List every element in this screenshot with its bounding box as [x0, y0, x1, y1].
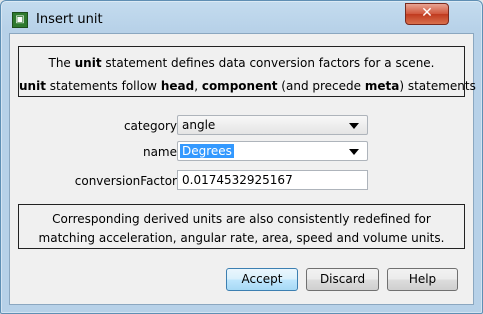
category-value: angle — [182, 118, 216, 132]
name-value[interactable]: Degrees — [180, 144, 234, 158]
chevron-down-icon — [349, 149, 359, 155]
info-bottom-line-1: Corresponding derived units are also con… — [52, 212, 431, 226]
chevron-down-icon — [349, 123, 359, 129]
app-icon: ▣ — [12, 12, 28, 28]
insert-unit-dialog: ▣ Insert unit ✕ The unit statement defin… — [0, 0, 483, 314]
conversion-factor-value: 0.0174532925167 — [182, 173, 293, 187]
info-line-1: The unit statement defines data conversi… — [48, 56, 435, 70]
conversion-factor-label: conversionFactor — [74, 174, 177, 188]
name-combobox[interactable]: Degrees — [177, 141, 368, 161]
category-select[interactable]: angle — [177, 115, 368, 135]
conversion-factor-input[interactable]: 0.0174532925167 — [177, 170, 368, 190]
close-icon: ✕ — [421, 5, 433, 21]
discard-button[interactable]: Discard — [306, 268, 379, 291]
name-label: name — [142, 145, 177, 159]
info-panel-top: The unit statement defines data conversi… — [18, 46, 476, 97]
info-line-2: unit statements follow head, component (… — [19, 79, 476, 93]
category-label: category — [123, 119, 177, 133]
accept-button[interactable]: Accept — [226, 268, 298, 291]
title-bar[interactable]: ▣ Insert unit ✕ — [1, 1, 482, 33]
close-button[interactable]: ✕ — [405, 3, 449, 25]
dialog-content: The unit statement defines data conversi… — [9, 33, 476, 305]
help-button[interactable]: Help — [387, 268, 458, 291]
info-bottom-line-2: matching acceleration, angular rate, are… — [38, 231, 445, 245]
info-panel-bottom: Corresponding derived units are also con… — [18, 204, 465, 249]
dialog-title: Insert unit — [36, 12, 103, 27]
